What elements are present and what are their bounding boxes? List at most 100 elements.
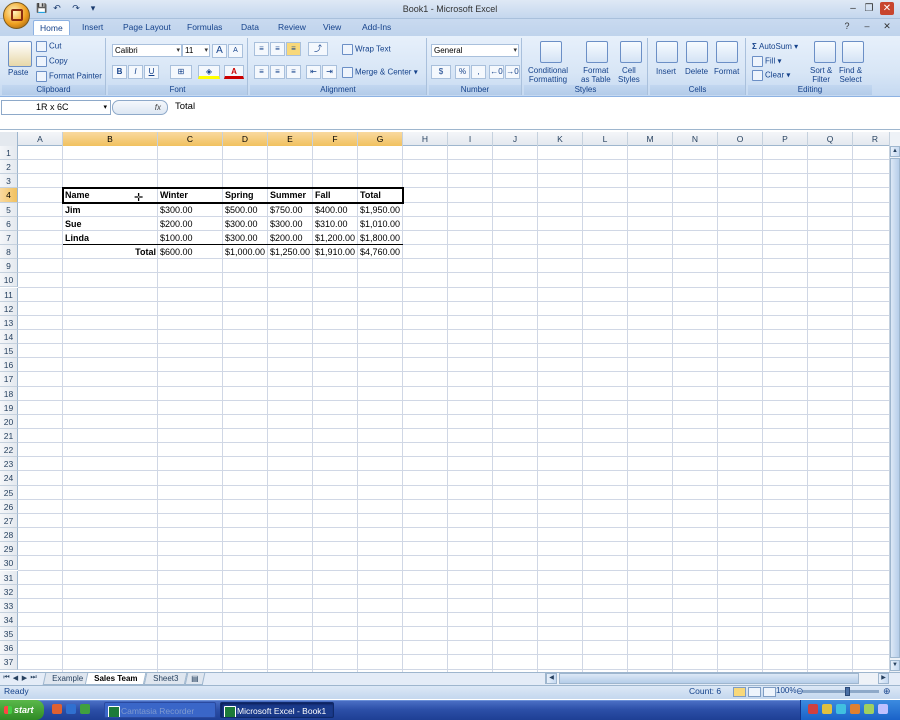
office-button[interactable] — [3, 2, 30, 29]
column-header-o[interactable]: O — [718, 132, 763, 146]
row-header-22[interactable]: 22 — [0, 443, 18, 458]
row-header-18[interactable]: 18 — [0, 386, 18, 401]
tab-view[interactable]: View — [317, 20, 347, 35]
zoom-slider[interactable] — [803, 690, 879, 693]
align-left-icon[interactable]: ≡ — [254, 65, 269, 79]
tab-page-layout[interactable]: Page Layout — [117, 20, 177, 35]
row-header-25[interactable]: 25 — [0, 485, 18, 500]
row-header-13[interactable]: 13 — [0, 315, 18, 330]
table-cell[interactable]: Jim — [63, 203, 158, 217]
column-header-r[interactable]: R — [853, 132, 889, 146]
table-cell[interactable]: $1,200.00 — [313, 231, 358, 245]
table-cell[interactable]: $4,760.00 — [358, 245, 403, 259]
scroll-right-icon[interactable]: ▶ — [878, 673, 889, 684]
tray-icon[interactable] — [864, 704, 874, 714]
table-cell[interactable]: $200.00 — [268, 231, 313, 245]
row-header-12[interactable]: 12 — [0, 301, 18, 316]
scroll-left-icon[interactable]: ◀ — [546, 673, 557, 684]
column-header-n[interactable]: N — [673, 132, 718, 146]
table-cell[interactable]: $100.00 — [158, 231, 223, 245]
insert-function-button[interactable]: fx — [112, 100, 168, 115]
table-cell[interactable]: $300.00 — [268, 217, 313, 231]
row-header-28[interactable]: 28 — [0, 528, 18, 543]
formula-input[interactable]: Total — [172, 100, 899, 115]
row-header-33[interactable]: 33 — [0, 598, 18, 613]
horizontal-scrollbar[interactable]: ◀ ▶ — [545, 673, 889, 684]
table-cell[interactable]: $750.00 — [268, 203, 313, 217]
row-header-17[interactable]: 17 — [0, 372, 18, 387]
table-cell[interactable]: $1,250.00 — [268, 245, 313, 259]
page-layout-view-icon[interactable] — [748, 687, 761, 697]
increase-decimal-icon[interactable]: ←0 — [489, 65, 504, 79]
scroll-thumb[interactable] — [890, 158, 900, 658]
column-header-l[interactable]: L — [583, 132, 628, 146]
table-cell[interactable]: $1,950.00 — [358, 203, 403, 217]
copy-button[interactable]: Copy — [36, 56, 68, 67]
row-header-4[interactable]: 4 — [0, 188, 18, 203]
increase-indent-icon[interactable]: ⇥ — [322, 65, 337, 79]
table-cell[interactable]: $1,000.00 — [223, 245, 268, 259]
quicklaunch-icon[interactable] — [52, 704, 62, 714]
row-header-21[interactable]: 21 — [0, 429, 18, 444]
zoom-level[interactable]: 100% — [776, 686, 796, 695]
row-header-1[interactable]: 1 — [0, 146, 18, 161]
font-name-select[interactable]: Calibri ▾ — [112, 44, 182, 57]
decrease-decimal-icon[interactable]: →0 — [505, 65, 520, 79]
cut-button[interactable]: Cut — [36, 41, 61, 52]
quicklaunch-icon[interactable] — [80, 704, 90, 714]
format-painter-button[interactable]: Format Painter — [36, 71, 102, 82]
sort-filter-button[interactable]: Sort & Filter — [810, 66, 832, 84]
row-header-10[interactable]: 10 — [0, 273, 18, 288]
table-cell[interactable]: $1,910.00 — [313, 245, 358, 259]
column-header-p[interactable]: P — [763, 132, 808, 146]
row-header-5[interactable]: 5 — [0, 202, 18, 217]
vertical-scrollbar[interactable]: ▲ ▼ — [889, 132, 900, 672]
align-right-icon[interactable]: ≡ — [286, 65, 301, 79]
start-button[interactable]: start — [0, 700, 44, 720]
format-as-table-button[interactable]: Format as Table — [581, 66, 611, 84]
row-header-9[interactable]: 9 — [0, 259, 18, 274]
sheet-tab-sales-team[interactable]: Sales Team — [84, 673, 147, 685]
table-cell[interactable]: $300.00 — [223, 231, 268, 245]
tray-icon[interactable] — [808, 704, 818, 714]
normal-view-icon[interactable] — [733, 687, 746, 697]
row-header-2[interactable]: 2 — [0, 160, 18, 175]
row-header-6[interactable]: 6 — [0, 216, 18, 231]
column-header-k[interactable]: K — [538, 132, 583, 146]
row-header-36[interactable]: 36 — [0, 641, 18, 656]
align-center-icon[interactable]: ≡ — [270, 65, 285, 79]
workbook-close-button[interactable]: ✕ — [880, 20, 894, 33]
percent-button[interactable]: % — [455, 65, 470, 79]
column-header-f[interactable]: F — [313, 132, 358, 146]
row-header-14[interactable]: 14 — [0, 329, 18, 345]
row-header-31[interactable]: 31 — [0, 570, 18, 585]
cell-styles-button[interactable]: Cell Styles — [618, 66, 640, 84]
table-cell[interactable]: $310.00 — [313, 217, 358, 231]
decrease-indent-icon[interactable]: ⇤ — [306, 65, 321, 79]
table-cell[interactable]: Total — [63, 245, 158, 259]
row-header-16[interactable]: 16 — [0, 358, 18, 373]
row-header-34[interactable]: 34 — [0, 612, 18, 628]
sheet-tab-sheet3[interactable]: Sheet3 — [143, 673, 188, 685]
table-cell[interactable]: Sue — [63, 217, 158, 231]
tab-insert[interactable]: Insert — [76, 20, 109, 35]
column-header-m[interactable]: M — [628, 132, 673, 146]
row-header-37[interactable]: 37 — [0, 655, 18, 670]
grow-font-button[interactable]: A — [212, 44, 227, 58]
hscroll-thumb[interactable] — [559, 673, 859, 684]
number-format-select[interactable]: General ▾ — [431, 44, 519, 57]
prev-sheet-icon[interactable]: ◀ — [11, 674, 20, 684]
delete-cells-button[interactable]: Delete — [685, 67, 708, 76]
name-box[interactable]: 1R x 6C ▾ — [1, 100, 111, 115]
minimize-button[interactable]: – — [846, 2, 860, 15]
column-header-c[interactable]: C — [158, 132, 223, 146]
tray-icon[interactable] — [836, 704, 846, 714]
orientation-icon[interactable]: ⤴ — [308, 42, 328, 56]
font-color-icon[interactable]: A — [224, 65, 244, 79]
tab-review[interactable]: Review — [272, 20, 312, 35]
conditional-formatting-button[interactable]: Conditional Formatting — [528, 66, 568, 84]
tab-data[interactable]: Data — [235, 20, 265, 35]
tab-add-ins[interactable]: Add-Ins — [356, 20, 397, 35]
row-header-8[interactable]: 8 — [0, 245, 18, 260]
column-header-b[interactable]: B — [63, 132, 158, 146]
